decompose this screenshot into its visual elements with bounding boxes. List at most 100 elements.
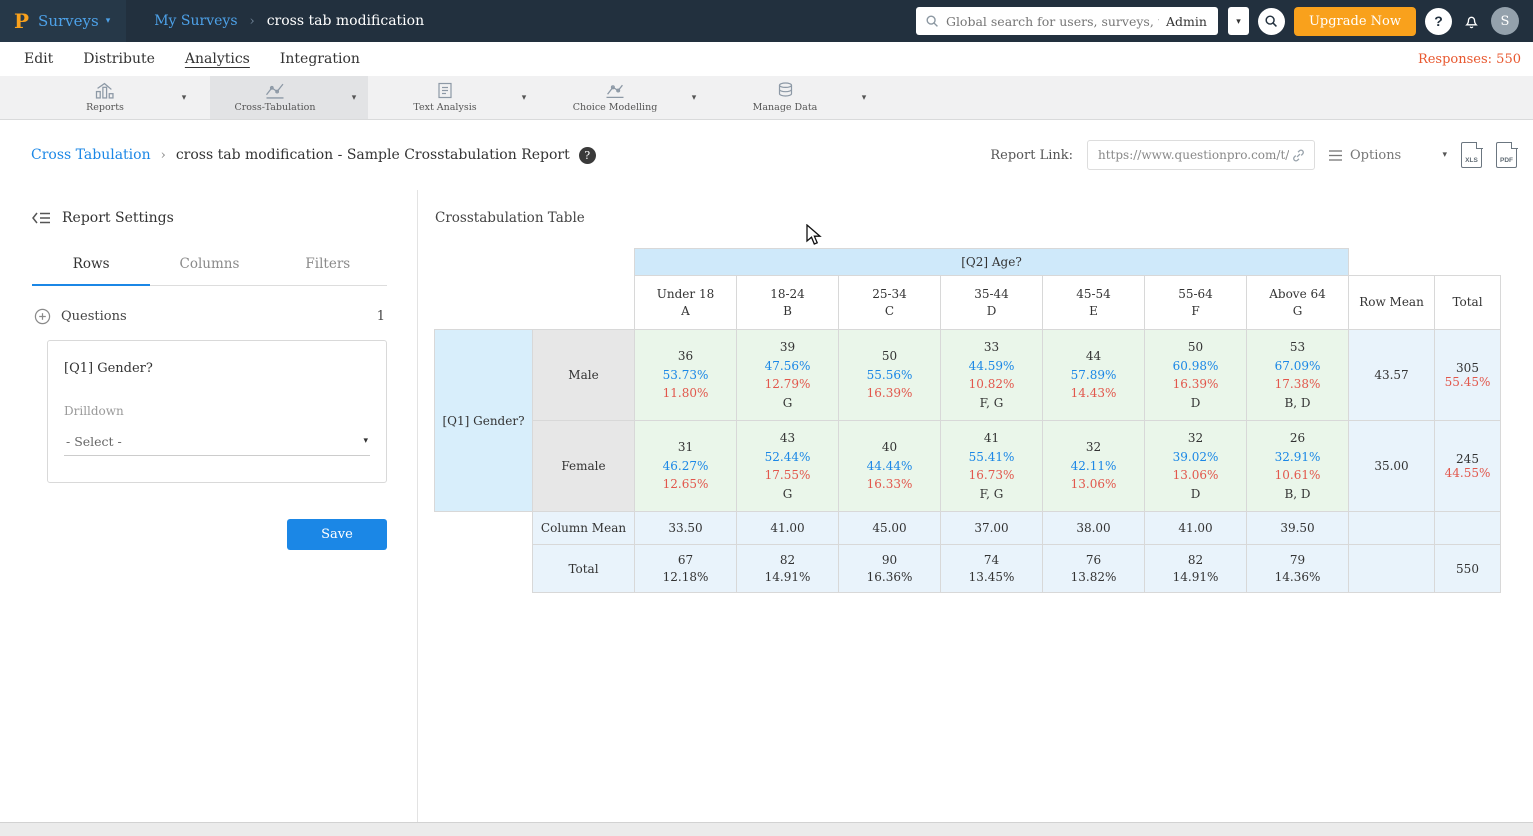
toolbar-caret-manage-data[interactable]: ▾	[850, 76, 878, 119]
report-title: cross tab modification - Sample Crosstab…	[176, 147, 570, 163]
database-icon	[776, 82, 795, 99]
upgrade-now-button[interactable]: Upgrade Now	[1294, 7, 1416, 36]
column-letter: B	[783, 304, 792, 318]
total-count: 245	[1437, 452, 1498, 466]
export-xls-button[interactable]: XLS	[1461, 142, 1482, 168]
cell-row-percent: 44.44%	[841, 457, 938, 476]
search-button[interactable]	[1258, 8, 1285, 35]
column-total-percent: 14.91%	[739, 569, 836, 586]
column-total-percent: 16.36%	[841, 569, 938, 586]
collapse-panel-icon[interactable]	[32, 211, 51, 225]
total-header: Total	[1435, 276, 1501, 330]
xls-label: XLS	[1465, 157, 1478, 164]
cell-column-percent: 13.06%	[1045, 475, 1142, 494]
column-total-count: 74	[943, 552, 1040, 569]
cell-count: 50	[841, 347, 938, 366]
topbar-actions: Admin ▾ Upgrade Now ? S	[916, 7, 1519, 36]
save-row: Save	[32, 519, 387, 550]
crosstab-table: [Q2] Age?Under 18A18-24B25-34C35-44D45-5…	[434, 248, 1501, 593]
tab-edit[interactable]: Edit	[24, 51, 53, 67]
drilldown-select[interactable]: - Select - ▾	[64, 428, 370, 456]
column-letter: F	[1191, 304, 1199, 318]
cell-column-percent: 16.39%	[1147, 375, 1244, 394]
toolbar-item-manage-data[interactable]: Manage Data	[720, 76, 850, 119]
toolbar-item-cross-tabulation[interactable]: Cross-Tabulation	[210, 76, 340, 119]
product-switcher[interactable]: Surveys ▾	[38, 12, 110, 30]
cell-row-percent: 32.91%	[1249, 448, 1346, 467]
crosstab-main: Crosstabulation Table [Q2] Age?Under 18A…	[418, 190, 1533, 822]
tab-rows[interactable]: Rows	[32, 246, 150, 286]
chevron-down-icon: ▾	[1236, 17, 1241, 26]
cell-count: 26	[1249, 429, 1346, 448]
cross-tabulation-breadcrumb-link[interactable]: Cross Tabulation	[31, 147, 151, 163]
report-help-icon[interactable]: ?	[579, 147, 596, 164]
cell-row-percent: 67.09%	[1249, 357, 1346, 376]
crosstab-cell: 5367.09%17.38%B, D	[1247, 330, 1349, 421]
column-total-count: 82	[739, 552, 836, 569]
cell-column-percent: 16.33%	[841, 475, 938, 494]
total-count: 305	[1437, 361, 1498, 375]
questions-label: Questions	[61, 309, 127, 324]
toolbar-group-manage-data: Manage Data ▾	[720, 76, 878, 119]
cell-column-percent: 11.80%	[637, 384, 734, 403]
column-header: Above 64G	[1247, 276, 1349, 330]
crosstab-cell: 3242.11%13.06%	[1043, 421, 1145, 512]
tab-filters[interactable]: Filters	[269, 246, 387, 285]
cell-column-percent: 14.43%	[1045, 384, 1142, 403]
row-mean-cell: 35.00	[1349, 421, 1435, 512]
toolbar-item-choice-modelling[interactable]: Choice Modelling	[550, 76, 680, 119]
tab-distribute[interactable]: Distribute	[83, 51, 155, 67]
questions-row: Questions 1	[34, 308, 385, 325]
options-button[interactable]: Options ▾	[1329, 148, 1447, 163]
toolbar-group-cross-tabulation: Cross-Tabulation ▾	[210, 76, 368, 119]
link-icon[interactable]	[1291, 148, 1306, 163]
toolbar-item-text-analysis[interactable]: Text Analysis	[380, 76, 510, 119]
column-header: 25-34C	[839, 276, 941, 330]
table-row: Total6712.18%8214.91%9016.36%7413.45%761…	[435, 545, 1501, 593]
top-bar: P Surveys ▾ My Surveys › cross tab modif…	[0, 0, 1533, 42]
cell-significance: F, G	[943, 485, 1040, 504]
toolbar-item-reports[interactable]: Reports	[40, 76, 170, 119]
column-total-count: 79	[1249, 552, 1346, 569]
column-header: 35-44D	[941, 276, 1043, 330]
save-button[interactable]: Save	[287, 519, 387, 550]
options-label: Options	[1350, 148, 1401, 163]
settings-tabs: Rows Columns Filters	[32, 246, 387, 286]
cell-significance: B, D	[1249, 485, 1346, 504]
table-row: Under 18A18-24B25-34C35-44D45-54E55-64FA…	[435, 276, 1501, 330]
toolbar-caret-text-analysis[interactable]: ▾	[510, 76, 538, 119]
my-surveys-link[interactable]: My Surveys	[154, 13, 237, 29]
user-avatar[interactable]: S	[1491, 7, 1519, 35]
add-question-icon[interactable]	[34, 308, 51, 325]
help-button[interactable]: ?	[1425, 8, 1452, 35]
cell-row-percent: 47.56%	[739, 357, 836, 376]
cell-count: 41	[943, 429, 1040, 448]
table-row: Female3146.27%12.65%4352.44%17.55%G4044.…	[435, 421, 1501, 512]
tab-integration[interactable]: Integration	[280, 51, 360, 67]
toolbar-caret-reports[interactable]: ▾	[170, 76, 198, 119]
cell-significance: F, G	[943, 394, 1040, 413]
search-scope-dropdown[interactable]: ▾	[1228, 7, 1249, 35]
tab-analytics[interactable]: Analytics	[185, 51, 250, 67]
tab-columns[interactable]: Columns	[150, 246, 268, 285]
cell-row-percent: 55.41%	[943, 448, 1040, 467]
cell-row-percent: 46.27%	[637, 457, 734, 476]
toolbar-caret-cross-tabulation[interactable]: ▾	[340, 76, 368, 119]
column-letter: D	[987, 304, 997, 318]
chevron-down-icon: ▾	[1442, 151, 1447, 160]
global-search-input[interactable]	[939, 14, 1166, 29]
export-pdf-button[interactable]: PDF	[1496, 142, 1517, 168]
empty-cell	[1435, 512, 1501, 545]
cell-count: 31	[637, 438, 734, 457]
crosstab-cell: 4155.41%16.73%F, G	[941, 421, 1043, 512]
questionpro-logo-icon: P	[14, 9, 29, 33]
crosstab-cell: 3239.02%13.06%D	[1145, 421, 1247, 512]
toolbar-caret-choice-modelling[interactable]: ▾	[680, 76, 708, 119]
report-link-input[interactable]	[1096, 147, 1291, 163]
column-total-percent: 14.36%	[1249, 569, 1346, 586]
search-scope-label[interactable]: Admin	[1166, 14, 1209, 29]
column-total-count: 90	[841, 552, 938, 569]
cell-column-percent: 16.73%	[943, 466, 1040, 485]
column-total-cell: 6712.18%	[635, 545, 737, 593]
notifications-button[interactable]	[1461, 11, 1482, 32]
